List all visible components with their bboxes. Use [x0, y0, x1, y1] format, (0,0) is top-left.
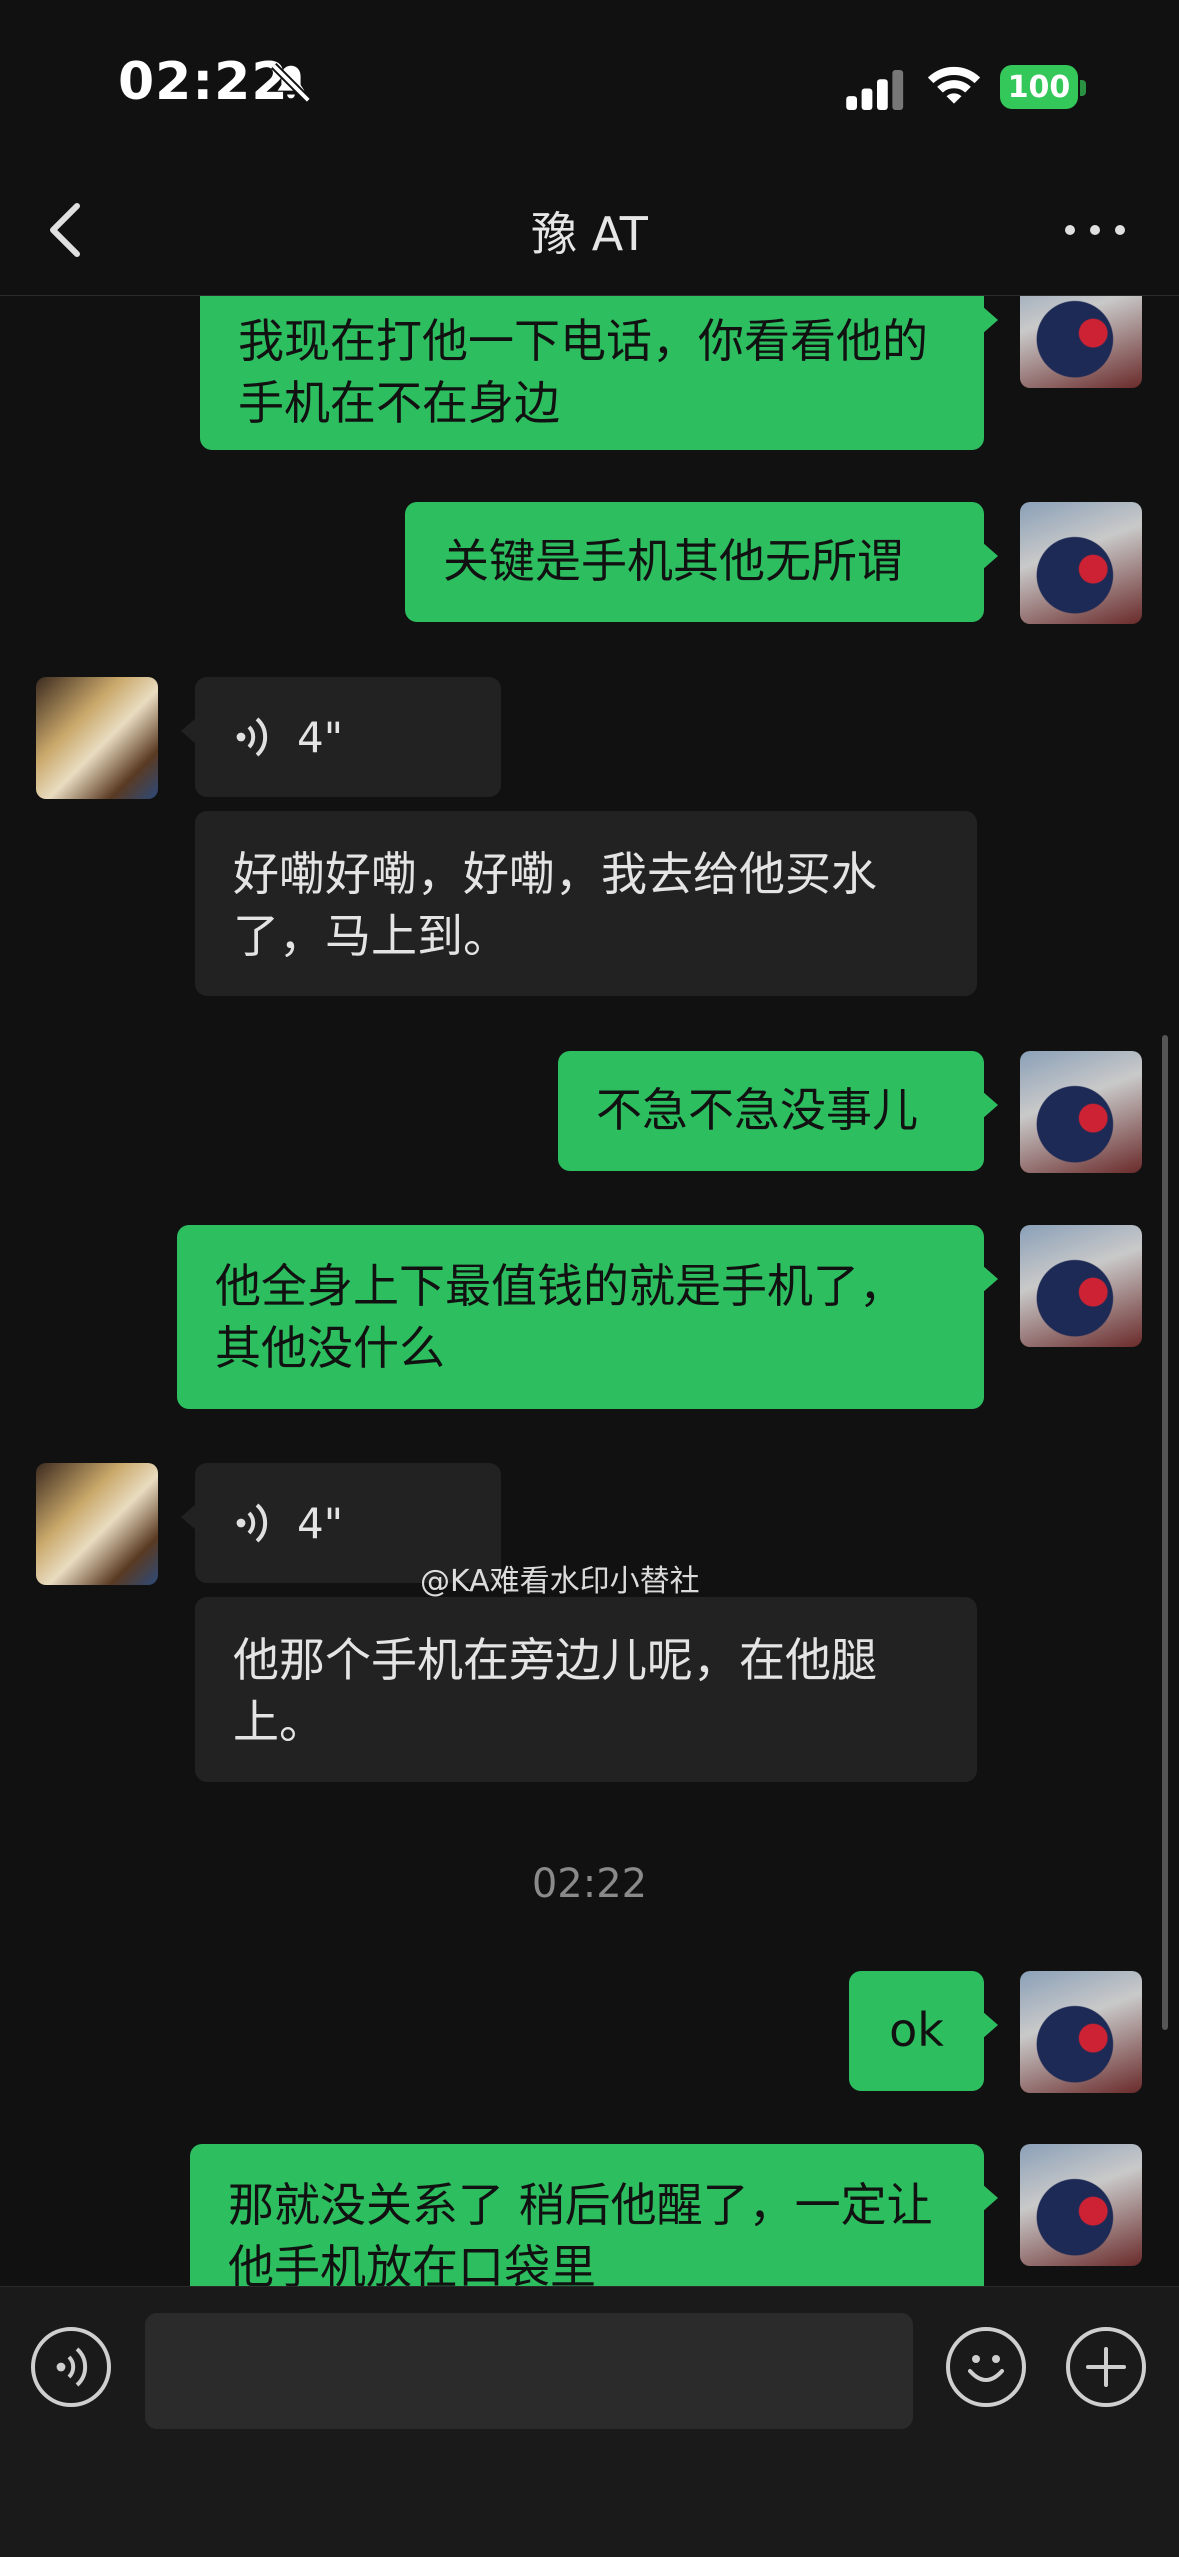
avatar-self[interactable]: [1020, 1051, 1142, 1173]
wifi-icon: [927, 66, 981, 104]
chat-header: 豫 AT: [0, 170, 1179, 296]
message-bubble-outgoing[interactable]: 那就没关系了 稍后他醒了，一定让他手机放在口袋里: [190, 2144, 998, 2286]
voice-duration: 4": [297, 713, 344, 762]
watermark: @KA难看水印小替社: [420, 1564, 700, 1599]
message-text: 我现在打他一下电话，你看看他的手机在不在身边: [238, 314, 928, 430]
battery-tip: [1080, 80, 1086, 96]
voice-wave-icon: [236, 1503, 268, 1543]
message-text: 他那个手机在旁边儿呢，在他腿上。: [233, 1633, 877, 1749]
bell-slash-icon: [271, 63, 311, 103]
message-bubble-outgoing[interactable]: 他全身上下最值钱的就是手机了，其他没什么: [177, 1225, 998, 1409]
plus-icon: [1086, 2347, 1126, 2387]
avatar-contact[interactable]: [36, 677, 158, 799]
ellipsis-icon[interactable]: [1060, 215, 1130, 245]
voice-wave-icon: [236, 717, 268, 757]
avatar-contact[interactable]: [36, 1463, 158, 1585]
cellular-signal-icon: [846, 70, 904, 110]
voice-duration: 4": [297, 1499, 344, 1548]
scrollbar[interactable]: [1162, 1035, 1168, 2030]
status-time: 02:22: [118, 52, 289, 112]
message-input[interactable]: [145, 2313, 913, 2429]
voice-message-bubble[interactable]: 4": [181, 677, 501, 797]
message-bubble-outgoing[interactable]: ok: [849, 1971, 998, 2091]
message-bubble-outgoing[interactable]: 关键是手机其他无所谓: [405, 502, 998, 622]
more-options-button[interactable]: [1066, 2327, 1146, 2407]
message-text: ok: [889, 2003, 944, 2057]
chat-title: 豫 AT: [531, 207, 648, 261]
message-bubble-incoming[interactable]: 好嘞好嘞，好嘞，我去给他买水了，马上到。: [195, 811, 977, 996]
avatar-self[interactable]: [1020, 502, 1142, 624]
status-bar: 02:22 100: [0, 0, 1179, 170]
voice-input-toggle[interactable]: [31, 2327, 111, 2407]
message-bubble-outgoing[interactable]: 我现在打他一下电话，你看看他的手机在不在身边: [200, 296, 998, 450]
voice-wave-icon: [56, 2347, 88, 2387]
message-list[interactable]: 我现在打他一下电话，你看看他的手机在不在身边 关键是手机其他无所谓 4" 好嘞好…: [0, 296, 1179, 2286]
message-text: 他全身上下最值钱的就是手机了，其他没什么: [215, 1259, 905, 1375]
avatar-self[interactable]: [1020, 1225, 1142, 1347]
avatar-self[interactable]: [1020, 1971, 1142, 2093]
message-text: 不急不急没事儿: [596, 1083, 918, 1137]
avatar-self[interactable]: [1020, 2144, 1142, 2266]
smiley-icon: [968, 2355, 1004, 2382]
message-bubble-outgoing[interactable]: 不急不急没事儿: [558, 1051, 998, 1171]
message-text: 那就没关系了 稍后他醒了，一定让他手机放在口袋里: [228, 2178, 933, 2286]
avatar-self[interactable]: [1020, 296, 1142, 388]
message-text: 好嘞好嘞，好嘞，我去给他买水了，马上到。: [233, 847, 877, 963]
emoji-button[interactable]: [946, 2327, 1026, 2407]
battery-indicator: 100: [1000, 65, 1078, 109]
timestamp-divider: 02:22: [531, 1861, 648, 1907]
message-bubble-incoming[interactable]: 他那个手机在旁边儿呢，在他腿上。: [195, 1597, 977, 1782]
message-text: 关键是手机其他无所谓: [443, 534, 903, 588]
input-bar: [0, 2286, 1179, 2557]
